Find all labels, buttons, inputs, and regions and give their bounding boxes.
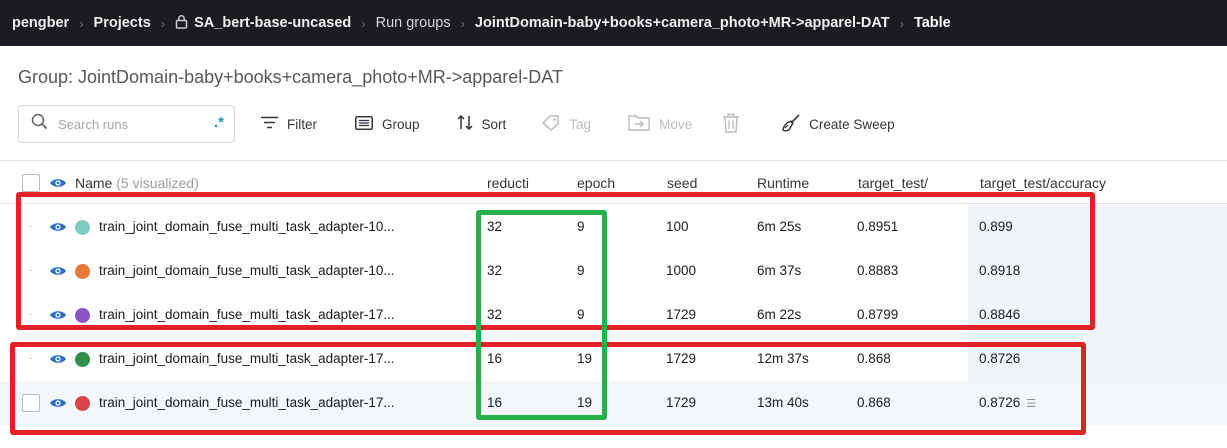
move-button[interactable]: Move <box>628 114 692 134</box>
chevron-right-icon: › <box>79 15 84 31</box>
chevron-right-icon: › <box>460 15 465 31</box>
annotation-green-box <box>476 210 607 420</box>
breadcrumb: pengber › Projects › SA_bert-base-uncase… <box>0 0 1227 46</box>
broom-icon <box>782 113 809 135</box>
page-title: Group: JointDomain-baby+books+camera_pho… <box>18 67 563 87</box>
breadcrumb-run-groups[interactable]: Run groups <box>376 15 451 31</box>
move-label: Move <box>659 116 693 132</box>
regex-toggle[interactable]: .* <box>214 114 224 131</box>
tag-button[interactable]: Tag <box>542 114 592 134</box>
search-icon <box>31 113 48 135</box>
chevron-right-icon: › <box>361 15 366 31</box>
breadcrumb-group[interactable]: JointDomain-baby+books+camera_photo+MR->… <box>475 15 890 31</box>
breadcrumb-current: Table <box>913 15 951 31</box>
name-header-label: Name <box>75 175 113 191</box>
select-all-checkbox[interactable] <box>22 174 40 192</box>
sort-label: Sort <box>481 116 507 132</box>
group-button[interactable]: Group <box>355 115 420 133</box>
group-icon <box>355 115 382 133</box>
sort-icon <box>457 114 482 133</box>
group-label: Group <box>382 116 420 132</box>
breadcrumb-user[interactable]: pengber <box>12 15 69 31</box>
filter-icon <box>261 116 287 132</box>
lock-icon <box>175 14 188 33</box>
move-icon <box>628 114 659 134</box>
visualized-count: (5 visualized) <box>116 175 199 191</box>
trash-icon <box>722 113 749 136</box>
chevron-right-icon: › <box>160 15 166 31</box>
chevron-right-icon: › <box>899 15 904 31</box>
breadcrumb-projects[interactable]: Projects <box>94 15 151 31</box>
tag-label: Tag <box>569 116 592 132</box>
delete-button[interactable] <box>722 113 749 136</box>
search-input[interactable] <box>58 116 188 132</box>
tag-icon <box>542 114 569 134</box>
sort-button[interactable]: Sort <box>457 114 507 133</box>
search-box[interactable]: .* <box>18 105 235 143</box>
runs-toolbar: .* Filter Group Sort Tag Move <box>18 105 895 143</box>
eye-icon <box>50 179 66 187</box>
create-sweep-button[interactable]: Create Sweep <box>782 113 895 135</box>
filter-label: Filter <box>287 116 317 132</box>
breadcrumb-project[interactable]: SA_bert-base-uncased <box>194 15 351 31</box>
filter-button[interactable]: Filter <box>261 116 317 132</box>
create-sweep-label: Create Sweep <box>809 116 895 132</box>
